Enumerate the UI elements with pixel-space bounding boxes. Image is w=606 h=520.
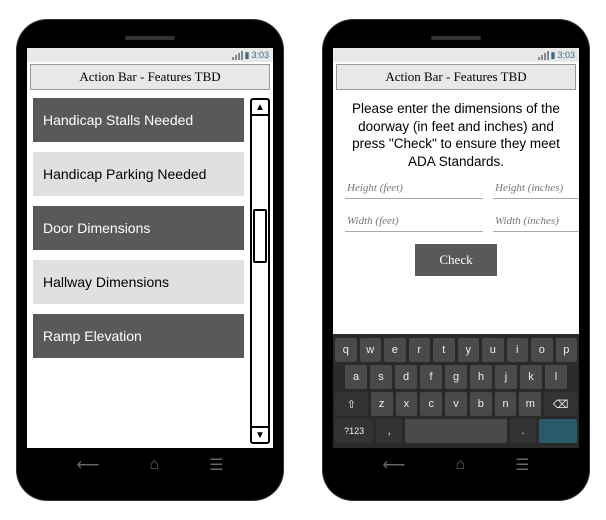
action-bar: Action Bar - Features TBD xyxy=(336,64,576,90)
key-t[interactable]: t xyxy=(433,338,455,362)
content-area: Handicap Stalls Needed Handicap Parking … xyxy=(27,94,273,448)
back-icon[interactable]: ⟵ xyxy=(383,455,406,475)
back-icon[interactable]: ⟵ xyxy=(77,455,100,475)
form-row-height xyxy=(333,176,579,201)
height-inches-input[interactable] xyxy=(493,178,579,199)
keyboard-row-3: ⇧ z x c v b n m ⌫ xyxy=(335,392,577,416)
keyboard-row-1: q w e r t y u i o p xyxy=(335,338,577,362)
key-space[interactable] xyxy=(405,419,507,443)
key-symbols[interactable]: ?123 xyxy=(335,419,373,443)
scroll-thumb[interactable] xyxy=(253,209,267,263)
key-backspace[interactable]: ⌫ xyxy=(544,392,577,416)
height-feet-input[interactable] xyxy=(345,178,483,199)
key-h[interactable]: h xyxy=(470,365,492,389)
key-e[interactable]: e xyxy=(384,338,406,362)
key-l[interactable]: l xyxy=(545,365,567,389)
check-button[interactable]: Check xyxy=(415,244,496,276)
key-w[interactable]: w xyxy=(360,338,382,362)
key-r[interactable]: r xyxy=(409,338,431,362)
key-comma[interactable]: , xyxy=(376,419,402,443)
recent-icon[interactable]: ☰ xyxy=(515,455,529,475)
key-v[interactable]: v xyxy=(445,392,467,416)
keyboard-row-2: a s d f g h j k l xyxy=(335,365,577,389)
recent-icon[interactable]: ☰ xyxy=(209,455,223,475)
feature-item-door-dimensions[interactable]: Door Dimensions xyxy=(33,206,244,250)
feature-item-handicap-stalls[interactable]: Handicap Stalls Needed xyxy=(33,98,244,142)
screen: ▮ 3:03 Action Bar - Features TBD Please … xyxy=(333,48,579,448)
width-inches-input[interactable] xyxy=(493,211,579,232)
screen: ▮ 3:03 Action Bar - Features TBD Handica… xyxy=(27,48,273,448)
key-s[interactable]: s xyxy=(370,365,392,389)
form-row-width xyxy=(333,209,579,234)
scroll-up-button[interactable]: ▲ xyxy=(252,100,268,116)
signal-icon xyxy=(538,51,549,60)
feature-item-handicap-parking[interactable]: Handicap Parking Needed xyxy=(33,152,244,196)
key-b[interactable]: b xyxy=(470,392,492,416)
feature-list: Handicap Stalls Needed Handicap Parking … xyxy=(27,94,250,448)
key-d[interactable]: d xyxy=(395,365,417,389)
signal-icon xyxy=(232,51,243,60)
home-icon[interactable]: ⌂ xyxy=(455,456,465,474)
earpiece xyxy=(431,36,481,40)
keyboard-row-4: ?123 , . xyxy=(335,419,577,443)
key-y[interactable]: y xyxy=(458,338,480,362)
action-bar: Action Bar - Features TBD xyxy=(30,64,270,90)
home-icon[interactable]: ⌂ xyxy=(149,456,159,474)
feature-item-hallway-dimensions[interactable]: Hallway Dimensions xyxy=(33,260,244,304)
key-g[interactable]: g xyxy=(445,365,467,389)
battery-icon: ▮ xyxy=(551,50,556,61)
keyboard: q w e r t y u i o p a s d f g h j k l xyxy=(333,334,579,448)
phone-mockup-right: ▮ 3:03 Action Bar - Features TBD Please … xyxy=(323,20,589,500)
feature-item-ramp-elevation[interactable]: Ramp Elevation xyxy=(33,314,244,358)
key-x[interactable]: x xyxy=(396,392,418,416)
key-m[interactable]: m xyxy=(519,392,541,416)
status-bar: ▮ 3:03 xyxy=(333,48,579,62)
key-z[interactable]: z xyxy=(371,392,393,416)
key-n[interactable]: n xyxy=(495,392,517,416)
key-shift[interactable]: ⇧ xyxy=(335,392,368,416)
earpiece xyxy=(125,36,175,40)
nav-bar: ⟵ ⌂ ☰ xyxy=(333,452,579,478)
phone-mockup-left: ▮ 3:03 Action Bar - Features TBD Handica… xyxy=(17,20,283,500)
key-i[interactable]: i xyxy=(507,338,529,362)
key-p[interactable]: p xyxy=(556,338,578,362)
status-time: 3:03 xyxy=(251,50,269,60)
key-enter[interactable] xyxy=(539,419,577,443)
scroll-down-button[interactable]: ▼ xyxy=(252,426,268,442)
nav-bar: ⟵ ⌂ ☰ xyxy=(27,452,273,478)
key-period[interactable]: . xyxy=(510,419,536,443)
width-feet-input[interactable] xyxy=(345,211,483,232)
key-c[interactable]: c xyxy=(420,392,442,416)
status-time: 3:03 xyxy=(557,50,575,60)
status-bar: ▮ 3:03 xyxy=(27,48,273,62)
key-k[interactable]: k xyxy=(520,365,542,389)
key-o[interactable]: o xyxy=(531,338,553,362)
battery-icon: ▮ xyxy=(245,50,250,61)
scrollbar[interactable]: ▲ ▼ xyxy=(250,98,270,444)
key-q[interactable]: q xyxy=(335,338,357,362)
scroll-track[interactable] xyxy=(252,116,268,426)
key-u[interactable]: u xyxy=(482,338,504,362)
key-j[interactable]: j xyxy=(495,365,517,389)
instruction-text: Please enter the dimensions of the doorw… xyxy=(333,94,579,176)
key-a[interactable]: a xyxy=(345,365,367,389)
key-f[interactable]: f xyxy=(420,365,442,389)
